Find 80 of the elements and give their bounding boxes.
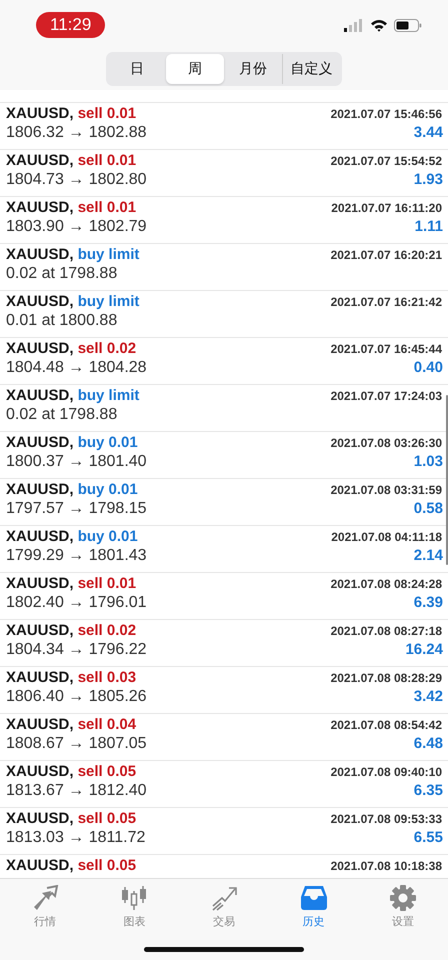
order-title: XAUUSD, sell 0.05 bbox=[6, 763, 136, 780]
order-prices: 1804.48 → 1804.28 bbox=[6, 359, 147, 377]
order-prices: 1802.40 → 1796.01 bbox=[6, 594, 147, 612]
order-profit: 3.42 bbox=[414, 688, 443, 705]
order-prices: 1804.73 → 1802.80 bbox=[6, 171, 147, 189]
order-prices: 1804.34 → 1796.22 bbox=[6, 641, 147, 659]
order-profit: 1.93 bbox=[414, 171, 443, 188]
order-prices: 0.02 at 1798.88 bbox=[6, 265, 118, 283]
order-prices: 1808.67 → 1807.05 bbox=[6, 735, 147, 753]
order-prices: 0.01 at 1800.88 bbox=[6, 312, 118, 330]
order-prices: 1799.29 → 1801.43 bbox=[6, 547, 147, 565]
order-prices: 1806.40 → 1805.26 bbox=[6, 688, 147, 706]
order-title: XAUUSD, sell 0.01 bbox=[6, 152, 136, 169]
order-time: 2021.07.07 17:24:03 bbox=[330, 389, 442, 403]
order-prices: 0.02 at 1798.88 bbox=[6, 406, 118, 424]
order-profit: 6.39 bbox=[414, 594, 443, 611]
period-tab[interactable]: 月份 bbox=[224, 54, 282, 84]
order-profit: 6.35 bbox=[414, 782, 443, 799]
order-prices: 1806.32 → 1802.88 bbox=[6, 124, 147, 142]
order-time: 2021.07.08 04:11:18 bbox=[331, 530, 442, 544]
settings-icon bbox=[389, 885, 418, 911]
order-title: XAUUSD, sell 0.05 bbox=[6, 857, 136, 874]
period-tab[interactable]: 自定义 bbox=[282, 54, 340, 84]
order-prices: 1813.67 → 1812.40 bbox=[6, 782, 147, 800]
order-time: 2021.07.08 08:28:29 bbox=[330, 671, 442, 685]
order-title: XAUUSD, buy 0.01 bbox=[6, 481, 138, 498]
tab-bar-item[interactable]: 行情 bbox=[0, 885, 90, 933]
order-profit: 1.11 bbox=[414, 218, 443, 235]
order-time: 2021.07.07 15:46:56 bbox=[330, 107, 442, 121]
order-profit: 2.14 bbox=[414, 547, 443, 564]
order-time: 2021.07.08 10:18:38 bbox=[330, 859, 442, 873]
tab-bar-item[interactable]: 交易 bbox=[179, 885, 269, 933]
order-title: XAUUSD, sell 0.02 bbox=[6, 622, 136, 639]
status-time: 11:29 bbox=[36, 12, 106, 38]
tab-bar-item[interactable]: 设置 bbox=[358, 885, 448, 933]
order-title: XAUUSD, sell 0.02 bbox=[6, 340, 136, 357]
order-time: 2021.07.07 16:45:44 bbox=[330, 342, 442, 356]
order-prices: 1803.90 → 1802.79 bbox=[6, 218, 147, 236]
signal-icon bbox=[344, 18, 364, 32]
order-prices: 1800.37 → 1801.40 bbox=[6, 453, 147, 471]
order-title: XAUUSD, buy 0.01 bbox=[6, 434, 138, 451]
order-profit: 6.48 bbox=[414, 735, 443, 752]
order-time: 2021.07.08 09:40:10 bbox=[330, 765, 442, 779]
period-tab[interactable]: 日 bbox=[108, 54, 166, 84]
order-profit: 1.03 bbox=[414, 453, 443, 470]
order-time: 2021.07.07 15:54:52 bbox=[330, 154, 442, 168]
order-title: XAUUSD, buy limit bbox=[6, 293, 140, 310]
order-title: XAUUSD, buy limit bbox=[6, 387, 140, 404]
order-prices: 1813.03 → 1811.72 bbox=[6, 829, 146, 847]
candlestick-icon bbox=[120, 885, 148, 911]
tab-bar-item[interactable]: 历史 bbox=[268, 885, 358, 933]
order-title: XAUUSD, sell 0.01 bbox=[6, 199, 136, 216]
order-time: 2021.07.07 16:11:20 bbox=[331, 201, 442, 215]
order-title: XAUUSD, sell 0.01 bbox=[6, 105, 136, 122]
order-time: 2021.07.08 08:54:42 bbox=[330, 718, 442, 732]
order-profit: 16.24 bbox=[405, 641, 443, 658]
inbox-tray-icon bbox=[300, 885, 328, 911]
trend-arrow-icon bbox=[210, 885, 238, 911]
order-title: XAUUSD, sell 0.04 bbox=[6, 716, 136, 733]
order-time: 2021.07.08 09:53:33 bbox=[330, 812, 442, 826]
order-profit: 6.55 bbox=[414, 829, 443, 846]
order-profit: 0.58 bbox=[414, 500, 443, 517]
order-time: 2021.07.08 03:26:30 bbox=[330, 436, 442, 450]
order-time: 2021.07.08 08:24:28 bbox=[330, 577, 442, 591]
order-title: XAUUSD, sell 0.01 bbox=[6, 575, 136, 592]
order-profit: 3.44 bbox=[414, 124, 443, 141]
order-title: XAUUSD, sell 0.03 bbox=[6, 669, 136, 686]
order-profit: 0.40 bbox=[414, 359, 443, 376]
period-tab[interactable]: 周 bbox=[166, 54, 224, 84]
order-time: 2021.07.08 03:31:59 bbox=[330, 483, 442, 497]
wifi-icon bbox=[370, 18, 388, 32]
order-title: XAUUSD, sell 0.05 bbox=[6, 810, 136, 827]
order-time: 2021.07.07 16:20:21 bbox=[330, 248, 442, 262]
tab-bar-item[interactable]: 图表 bbox=[90, 885, 180, 933]
order-title: XAUUSD, buy 0.01 bbox=[6, 528, 138, 545]
order-time: 2021.07.08 08:27:18 bbox=[330, 624, 442, 638]
order-prices: 1797.57 → 1798.15 bbox=[6, 500, 147, 518]
battery-icon bbox=[394, 18, 422, 32]
order-time: 2021.07.07 16:21:42 bbox=[330, 295, 442, 309]
order-title: XAUUSD, buy limit bbox=[6, 246, 140, 263]
